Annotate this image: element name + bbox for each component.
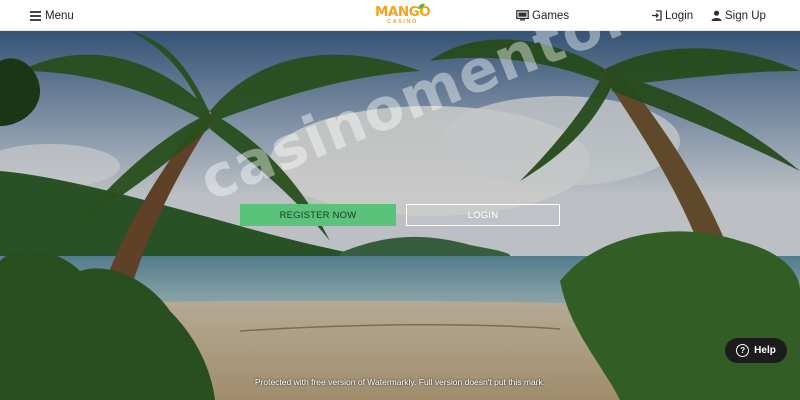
mango-casino-logo[interactable]: MANGO CASINO [375,3,431,29]
header-login-link[interactable]: Login [651,0,693,31]
help-button[interactable]: ? Help [725,338,787,363]
hamburger-icon [30,11,42,21]
question-icon: ? [736,344,750,357]
games-link[interactable]: Games [516,0,569,31]
help-label: Help [754,345,776,356]
login-icon [652,10,662,21]
register-now-button[interactable]: REGISTER NOW [240,204,396,226]
monitor-icon [516,10,529,21]
games-label: Games [532,9,570,22]
logo-subtitle: CASINO [387,19,418,25]
hero-banner: REGISTER NOW LOGIN casinomentor Protecte… [0,31,800,400]
leaf-icon [418,3,425,9]
header-signup-link[interactable]: Sign Up [711,0,766,31]
watermark-footer-note: Protected with free version of Watermark… [254,377,546,387]
top-nav-bar: Menu MANGO CASINO Games Login Sign Up [0,0,800,31]
hero-login-button[interactable]: LOGIN [406,204,560,226]
menu-button[interactable]: Menu [30,0,74,31]
beach-background-image [0,31,800,400]
user-icon [711,10,722,21]
menu-label: Menu [45,9,74,22]
login-label: Login [665,9,694,22]
signup-label: Sign Up [725,9,766,22]
